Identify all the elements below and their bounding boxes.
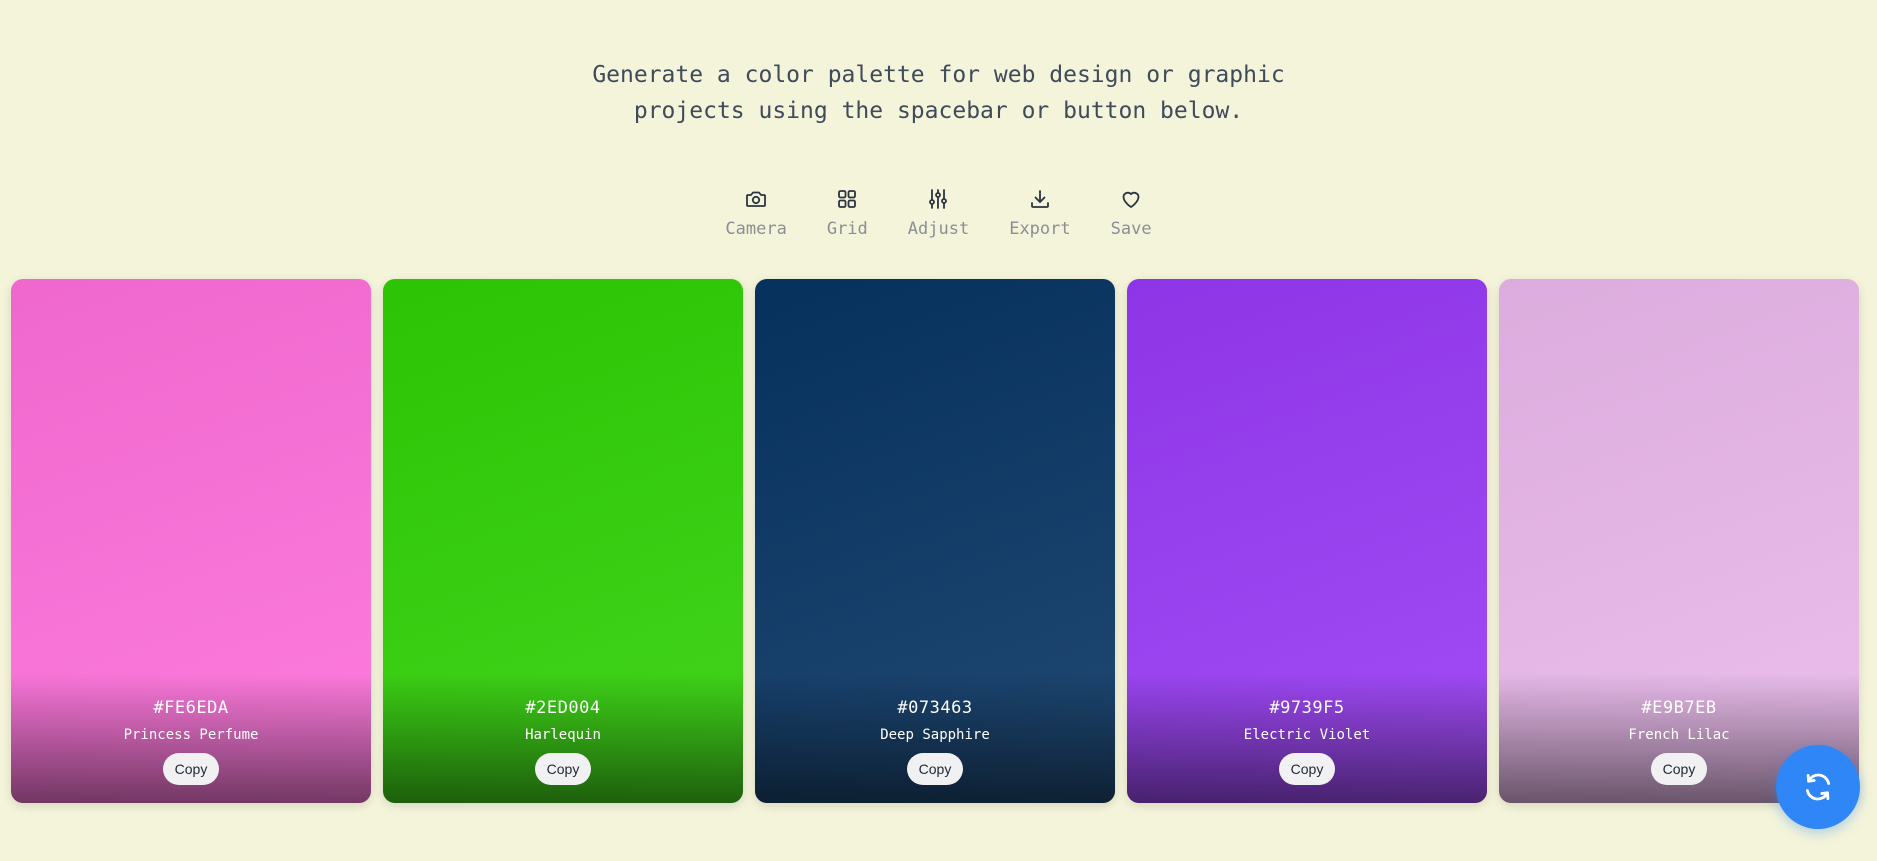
adjust-label: Adjust — [907, 219, 970, 239]
save-button[interactable]: Save — [1101, 187, 1162, 239]
camera-label: Camera — [725, 219, 787, 239]
swatch-info: #2ED004 Harlequin Copy — [383, 697, 743, 785]
swatch-color-name: Electric Violet — [1243, 727, 1371, 743]
color-swatch[interactable]: #9739F5 Electric Violet Copy — [1127, 279, 1487, 803]
color-swatch[interactable]: #FE6EDA Princess Perfume Copy — [11, 279, 371, 803]
color-swatch[interactable]: #2ED004 Harlequin Copy — [383, 279, 743, 803]
swatch-color-name: Harlequin — [525, 727, 601, 743]
color-swatch[interactable]: #E9B7EB French Lilac Copy — [1499, 279, 1859, 803]
grid-button[interactable]: Grid — [817, 187, 878, 239]
toolbar: Camera Grid Adjust Export Save — [0, 187, 1877, 239]
swatch-info: #073463 Deep Sapphire Copy — [755, 697, 1115, 785]
refresh-icon — [1805, 773, 1831, 801]
adjust-button[interactable]: Adjust — [898, 187, 979, 239]
export-label: Export — [1009, 219, 1071, 239]
generate-palette-button[interactable] — [1776, 745, 1860, 829]
save-label: Save — [1110, 219, 1152, 239]
copy-button[interactable]: Copy — [163, 753, 219, 785]
grid-icon — [838, 190, 857, 208]
intro-text: Generate a color palette for web design … — [0, 57, 1877, 129]
swatch-hex: #FE6EDA — [153, 698, 229, 718]
sliders-icon — [929, 189, 948, 209]
swatch-hex: #2ED004 — [525, 698, 601, 718]
swatch-info: #FE6EDA Princess Perfume Copy — [11, 697, 371, 785]
camera-button[interactable]: Camera — [715, 187, 796, 239]
download-icon — [1031, 190, 1049, 208]
swatch-color-name: Princess Perfume — [123, 727, 259, 743]
swatch-hex: #073463 — [897, 698, 973, 718]
heart-icon — [1122, 191, 1140, 208]
copy-button[interactable]: Copy — [535, 753, 591, 785]
export-button[interactable]: Export — [999, 187, 1080, 239]
swatch-hex: #E9B7EB — [1641, 698, 1717, 718]
grid-label: Grid — [826, 219, 868, 239]
copy-button[interactable]: Copy — [1651, 753, 1707, 785]
copy-button[interactable]: Copy — [907, 753, 963, 785]
swatch-info: #9739F5 Electric Violet Copy — [1127, 697, 1487, 785]
swatch-color-name: French Lilac — [1628, 727, 1730, 743]
swatch-color-name: Deep Sapphire — [880, 727, 990, 743]
copy-button[interactable]: Copy — [1279, 753, 1335, 785]
intro-line-1: Generate a color palette for web design … — [592, 62, 1285, 88]
swatch-hex: #9739F5 — [1269, 698, 1345, 718]
color-palette: #FE6EDA Princess Perfume Copy #2ED004 Ha… — [11, 279, 1859, 803]
camera-icon — [746, 191, 767, 207]
intro-line-2: projects using the spacebar or button be… — [633, 98, 1244, 124]
color-swatch[interactable]: #073463 Deep Sapphire Copy — [755, 279, 1115, 803]
